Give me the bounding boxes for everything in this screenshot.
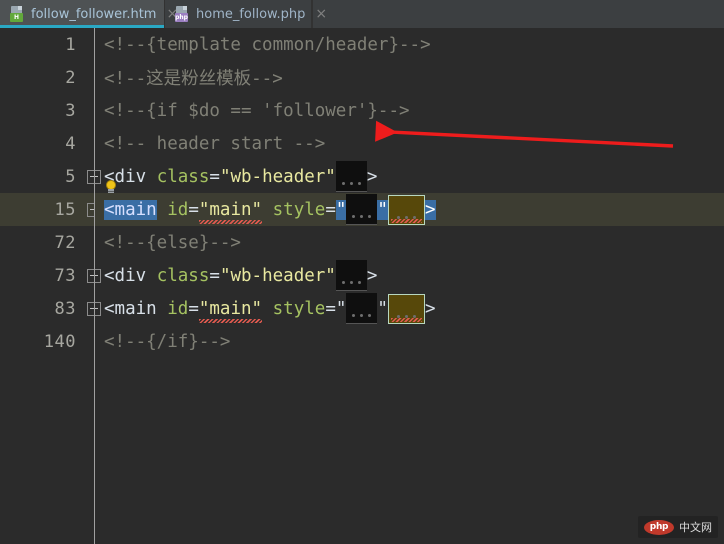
site-watermark: php 中文网	[638, 516, 718, 538]
attribute-name: id	[167, 199, 189, 220]
ide-window: H follow_follower.htm × php home_follow.…	[0, 0, 724, 544]
code-comment: <!--{if $do == 'follower'}-->	[104, 100, 410, 121]
attribute-name: class	[156, 166, 210, 187]
watermark-label: 中文网	[679, 521, 712, 534]
code-editor[interactable]: 1 2 3 4 5 15 72 73 83 140 <!--{template …	[0, 28, 724, 544]
line-number: 83	[54, 298, 76, 319]
collapsed-fold-placeholder[interactable]	[346, 293, 378, 324]
gutter-line: 2	[0, 61, 94, 94]
tag-close: >	[424, 298, 436, 319]
line-number: 1	[65, 34, 76, 55]
gutter-line: 72	[0, 226, 94, 259]
php-file-badge: php	[175, 13, 188, 22]
code-comment: <!-- header start -->	[104, 133, 326, 154]
code-line[interactable]: <main id = "main" style = " " >	[95, 292, 724, 325]
html-file-badge: H	[10, 13, 23, 22]
attribute-name: class	[156, 265, 210, 286]
attribute-name: id	[167, 298, 189, 319]
gutter-line: 3	[0, 94, 94, 127]
tag-close: >	[366, 265, 378, 286]
tag-open: <div	[104, 265, 147, 286]
gutter-line: 5	[0, 160, 101, 193]
code-comment: <!--{/if}-->	[104, 331, 231, 352]
line-number: 15	[54, 199, 76, 220]
tag-close: >	[366, 166, 378, 187]
gutter-line: 4	[0, 127, 94, 160]
tag-open: <main	[104, 298, 157, 319]
tab-label: home_follow.php	[196, 6, 306, 22]
line-number: 5	[65, 166, 76, 187]
code-line[interactable]: <!--{/if}-->	[95, 325, 724, 358]
tag-close-selected: >	[424, 199, 436, 220]
collapsed-fold-placeholder-error[interactable]	[387, 293, 425, 324]
line-number: 2	[65, 67, 76, 88]
attribute-value: "main"	[198, 298, 263, 323]
php-logo-icon: php	[644, 519, 674, 535]
code-line[interactable]: <!-- header start -->	[95, 127, 724, 160]
collapsed-fold-placeholder[interactable]	[346, 194, 378, 225]
line-number: 140	[43, 331, 76, 352]
collapsed-fold-placeholder[interactable]	[335, 161, 367, 192]
code-line[interactable]: <!--{template common/header}-->	[95, 28, 724, 61]
code-content-area[interactable]: <!--{template common/header}--> <!--这是粉丝…	[95, 28, 724, 544]
code-line[interactable]: <div class = "wb-header" >	[95, 259, 724, 292]
tag-open-selected: <main	[104, 199, 157, 220]
tab-home-follow-php[interactable]: php home_follow.php ×	[165, 0, 327, 28]
line-number: 73	[54, 265, 76, 286]
line-number: 3	[65, 100, 76, 121]
collapsed-fold-placeholder[interactable]	[335, 260, 367, 291]
gutter-line: 1	[0, 28, 94, 61]
line-number: 4	[65, 133, 76, 154]
code-line[interactable]: <!--{if $do == 'follower'}-->	[95, 94, 724, 127]
code-line[interactable]: <div class = "wb-header" >	[95, 160, 724, 193]
gutter-line-current: 15	[0, 193, 101, 226]
tab-bar-empty-area	[312, 0, 724, 28]
code-line[interactable]: <!--这是粉丝模板-->	[95, 61, 724, 94]
collapsed-fold-placeholder-error[interactable]	[387, 194, 425, 225]
tab-follow-follower-htm[interactable]: H follow_follower.htm ×	[0, 0, 178, 28]
editor-tab-bar: H follow_follower.htm × php home_follow.…	[0, 0, 724, 28]
gutter-line: 73	[0, 259, 101, 292]
attribute-name: style	[272, 298, 326, 319]
attribute-name: style	[272, 199, 326, 220]
code-comment: <!--这是粉丝模板-->	[104, 69, 283, 89]
quote-selected: "	[335, 199, 347, 220]
quote: "	[377, 298, 388, 319]
attribute-value: "wb-header"	[219, 166, 336, 187]
line-number-gutter: 1 2 3 4 5 15 72 73 83 140	[0, 28, 101, 544]
attribute-value: "main"	[198, 199, 263, 224]
quote: "	[335, 298, 347, 319]
quote-selected: "	[377, 199, 388, 220]
attribute-value: "wb-header"	[219, 265, 336, 286]
code-line-current[interactable]: <main id = "main" style = " " >	[95, 193, 724, 226]
tab-close-icon[interactable]: ×	[311, 7, 327, 21]
tab-label: follow_follower.htm	[31, 6, 157, 22]
php-file-icon: php	[175, 6, 190, 22]
code-line[interactable]: <!--{else}-->	[95, 226, 724, 259]
gutter-line: 83	[0, 292, 101, 325]
code-comment: <!--{template common/header}-->	[104, 34, 431, 55]
html-file-icon: H	[10, 6, 25, 22]
gutter-line: 140	[0, 325, 94, 358]
line-number: 72	[54, 232, 76, 253]
code-comment: <!--{else}-->	[104, 232, 241, 253]
